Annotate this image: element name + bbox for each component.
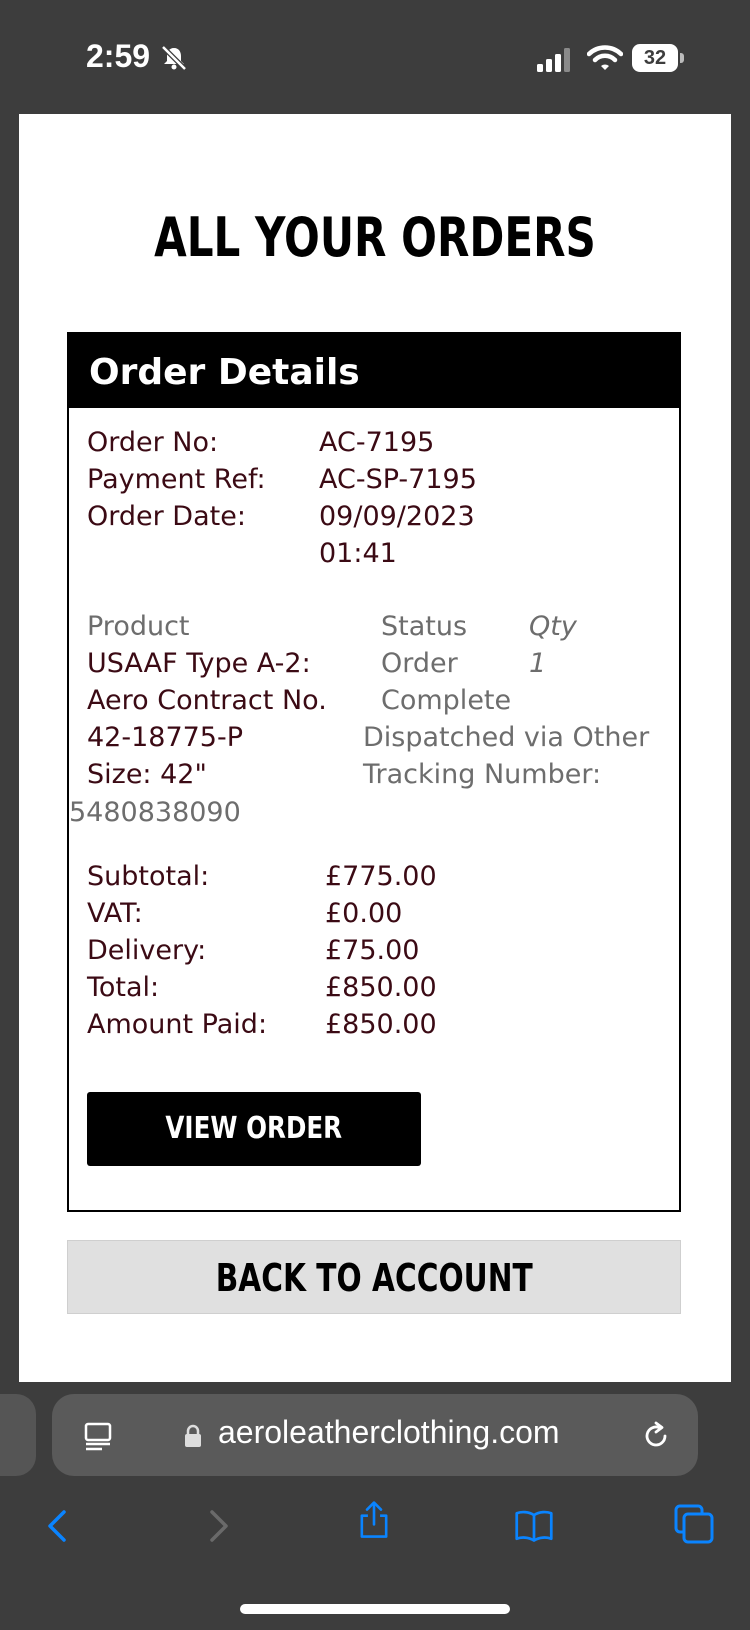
- total-label: Total:: [87, 972, 160, 1003]
- tabs-icon[interactable]: [674, 1504, 714, 1544]
- product-line-1: USAAF Type A-2:: [87, 648, 311, 679]
- product-size: Size: 42": [87, 759, 207, 790]
- tracking-label: Tracking Number:: [363, 759, 602, 790]
- status-bar: 2:59 32: [0, 0, 750, 114]
- item-status-line-1: Order: [381, 648, 458, 679]
- back-icon[interactable]: [38, 1506, 78, 1546]
- reader-mode-icon[interactable]: [82, 1420, 114, 1452]
- lock-icon: [185, 1424, 201, 1447]
- page-content: ALL YOUR ORDERS Order Details Order No: …: [19, 114, 731, 1382]
- subtotal-value: £775.00: [325, 861, 437, 892]
- cellular-signal-icon: [537, 48, 570, 72]
- order-number-value: AC-7195: [319, 427, 435, 458]
- total-value: £850.00: [325, 972, 437, 1003]
- payment-ref-value: AC-SP-7195: [319, 464, 477, 495]
- amount-paid-value: £850.00: [325, 1009, 437, 1040]
- view-order-label: VIEW ORDER: [165, 1111, 343, 1146]
- view-order-button[interactable]: VIEW ORDER: [87, 1092, 421, 1166]
- vat-value: £0.00: [325, 898, 403, 929]
- page-title: ALL YOUR ORDERS: [154, 206, 596, 269]
- order-details-card: Order Details Order No: AC-7195 Payment …: [67, 332, 681, 1212]
- order-number-label: Order No:: [87, 427, 219, 458]
- bookmarks-icon[interactable]: [514, 1506, 554, 1546]
- status-time: 2:59: [86, 38, 151, 74]
- product-line-2: Aero Contract No.: [87, 685, 327, 716]
- forward-icon[interactable]: [198, 1506, 238, 1546]
- item-qty: 1: [529, 648, 547, 679]
- order-date-label: Order Date:: [87, 501, 246, 532]
- subtotal-label: Subtotal:: [87, 861, 210, 892]
- wifi-icon: [587, 45, 623, 70]
- delivery-label: Delivery:: [87, 935, 207, 966]
- back-to-account-button[interactable]: BACK TO ACCOUNT: [67, 1240, 681, 1314]
- dispatch-text: Dispatched via Other: [363, 722, 650, 753]
- bell-slash-icon: [161, 45, 187, 71]
- order-details-header: Order Details: [69, 334, 679, 408]
- reload-icon[interactable]: [640, 1420, 672, 1452]
- address-bar[interactable]: aeroleatherclothing.com: [52, 1394, 698, 1476]
- product-column-header: Product: [87, 611, 190, 642]
- tracking-number[interactable]: 5480838090: [69, 794, 241, 831]
- vat-label: VAT:: [87, 898, 143, 929]
- item-status-line-2: Complete: [381, 685, 512, 716]
- back-to-account-label: BACK TO ACCOUNT: [215, 1256, 533, 1300]
- product-line-3: 42-18775-P: [87, 722, 244, 753]
- home-indicator[interactable]: [240, 1604, 510, 1614]
- order-date-value: 09/09/2023: [319, 501, 475, 532]
- battery-icon: 32: [632, 44, 684, 72]
- battery-level: 32: [632, 44, 678, 72]
- browser-address-area: aeroleatherclothing.com: [0, 1382, 750, 1480]
- previous-tab-edge[interactable]: [0, 1394, 36, 1476]
- qty-column-header: Qty: [529, 611, 577, 642]
- browser-toolbar: [0, 1480, 750, 1630]
- amount-paid-label: Amount Paid:: [87, 1009, 268, 1040]
- url-text[interactable]: aeroleatherclothing.com: [218, 1414, 560, 1451]
- delivery-value: £75.00: [325, 935, 420, 966]
- status-column-header: Status: [381, 611, 468, 642]
- order-time-value: 01:41: [319, 538, 397, 569]
- payment-ref-label: Payment Ref:: [87, 464, 266, 495]
- share-icon[interactable]: [354, 1500, 394, 1540]
